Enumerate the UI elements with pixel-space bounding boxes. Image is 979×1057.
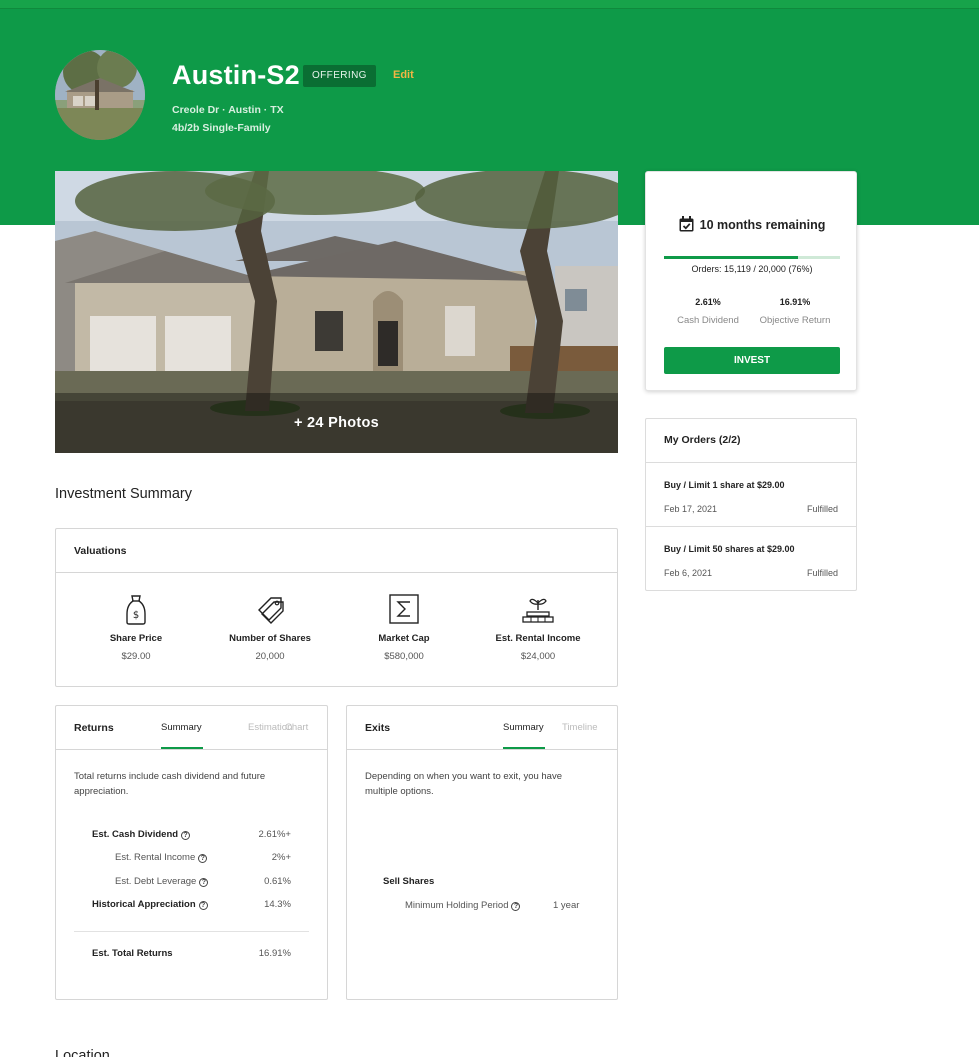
tab-returns-summary[interactable]: Summary bbox=[161, 722, 202, 733]
returns-row-label: Est. Debt Leverage? bbox=[115, 876, 209, 887]
valuation-number-of-shares: Number of Shares 20,000 bbox=[203, 592, 337, 662]
orders-progress-bar bbox=[664, 256, 840, 259]
total-returns-value: 16.91% bbox=[258, 948, 291, 959]
property-photo[interactable]: + 24 Photos bbox=[55, 171, 618, 453]
sell-shares-label: Sell Shares bbox=[383, 876, 435, 887]
returns-header: Returns Summary Estimation Chart bbox=[56, 706, 327, 750]
returns-row-label: Est. Cash Dividend? bbox=[92, 829, 191, 840]
order-status: Fulfilled bbox=[806, 504, 838, 514]
order-item[interactable]: Buy / Limit 1 share at $29.00 Feb 17, 20… bbox=[646, 463, 856, 527]
returns-row-label-text: Est. Cash Dividend bbox=[92, 829, 179, 840]
valuation-value: $29.00 bbox=[121, 651, 151, 662]
order-status: Fulfilled bbox=[806, 568, 838, 578]
returns-row-label-text: Historical Appreciation bbox=[92, 899, 196, 910]
my-orders-title: My Orders (2/2) bbox=[646, 419, 856, 463]
returns-row-label-text: Est. Rental Income bbox=[115, 852, 196, 863]
order-date: Feb 17, 2021 bbox=[664, 504, 718, 514]
plant-coins-icon bbox=[471, 592, 605, 626]
help-icon[interactable]: ? bbox=[181, 831, 191, 840]
cash-dividend-value: 2.61% bbox=[695, 297, 721, 307]
property-address: Creole Dr · Austin · TX bbox=[172, 104, 284, 116]
tab-exits-timeline[interactable]: Timeline bbox=[562, 722, 598, 733]
holding-period-value: 1 year bbox=[553, 900, 580, 911]
help-icon[interactable]: ? bbox=[198, 854, 208, 863]
valuations-card: Valuations $ Share Price $29.00 Number o… bbox=[55, 528, 618, 687]
cash-dividend-label: Cash Dividend bbox=[677, 315, 739, 326]
active-tab-indicator bbox=[503, 747, 545, 749]
returns-card: Returns Summary Estimation Chart Total r… bbox=[55, 705, 328, 1000]
help-icon[interactable]: ? bbox=[511, 902, 521, 911]
returns-row-label: Historical Appreciation? bbox=[92, 899, 208, 910]
active-tab-indicator bbox=[161, 747, 203, 749]
help-icon[interactable]: ? bbox=[199, 878, 209, 887]
returns-title: Returns bbox=[74, 722, 114, 734]
cash-dividend-stat: 2.61% Cash Dividend bbox=[660, 297, 756, 326]
objective-return-value: 16.91% bbox=[779, 297, 811, 307]
sigma-icon bbox=[337, 592, 471, 626]
returns-row-value: 2.61%+ bbox=[258, 829, 292, 840]
valuation-share-price: $ Share Price $29.00 bbox=[69, 592, 203, 662]
edit-link[interactable]: Edit bbox=[393, 69, 414, 81]
valuation-label: Market Cap bbox=[378, 633, 430, 644]
valuation-label: Share Price bbox=[109, 633, 163, 644]
valuation-market-cap: Market Cap $580,000 bbox=[337, 592, 471, 662]
orders-progress-fill bbox=[664, 256, 798, 259]
valuation-label: Number of Shares bbox=[229, 633, 311, 644]
exits-description: Depending on when you want to exit, you … bbox=[365, 771, 562, 797]
price-tag-icon: $ bbox=[69, 592, 203, 626]
top-nav-strip bbox=[0, 0, 979, 9]
order-description: Buy / Limit 50 shares at $29.00 bbox=[664, 544, 795, 554]
exits-card: Exits Summary Timeline Depending on when… bbox=[346, 705, 618, 1000]
returns-row-value: 14.3% bbox=[264, 899, 291, 910]
my-orders-panel: My Orders (2/2) Buy / Limit 1 share at $… bbox=[645, 418, 857, 591]
valuation-rental-income: Est. Rental Income $24,000 bbox=[471, 592, 605, 662]
order-description: Buy / Limit 1 share at $29.00 bbox=[664, 480, 785, 490]
valuation-value: $24,000 bbox=[520, 651, 556, 662]
exits-header: Exits Summary Timeline bbox=[347, 706, 617, 750]
returns-row-label: Est. Rental Income? bbox=[115, 852, 208, 863]
invest-button[interactable]: INVEST bbox=[664, 347, 840, 374]
objective-return-label: Objective Return bbox=[759, 315, 831, 326]
exits-title: Exits bbox=[365, 722, 391, 734]
returns-row-value: 2%+ bbox=[271, 852, 291, 863]
returns-description: Total returns include cash dividend and … bbox=[74, 771, 266, 797]
calendar-check-icon bbox=[679, 216, 694, 235]
returns-row-label-text: Est. Debt Leverage bbox=[115, 876, 197, 887]
valuation-label: Est. Rental Income bbox=[495, 633, 581, 644]
holding-period-label-text: Minimum Holding Period bbox=[405, 900, 509, 911]
investment-summary-heading: Investment Summary bbox=[55, 486, 192, 502]
valuations-header: Valuations bbox=[56, 529, 617, 573]
valuation-value: $580,000 bbox=[384, 651, 424, 662]
tags-icon bbox=[203, 592, 337, 626]
valuations-title: Valuations bbox=[74, 545, 127, 557]
photos-count-label[interactable]: + 24 Photos bbox=[55, 415, 618, 431]
status-badge: OFFERING bbox=[303, 65, 376, 87]
orders-count: Orders: 15,119 / 20,000 (76%) bbox=[691, 264, 813, 274]
order-item[interactable]: Buy / Limit 50 shares at $29.00 Feb 6, 2… bbox=[646, 527, 856, 591]
returns-row-value: 0.61% bbox=[264, 876, 291, 887]
total-returns-label: Est. Total Returns bbox=[92, 948, 173, 959]
time-remaining-text: 10 months remaining bbox=[699, 218, 826, 232]
help-icon[interactable]: ? bbox=[198, 901, 208, 910]
property-details: 4b/2b Single-Family bbox=[172, 122, 271, 134]
property-title: Austin-S2 bbox=[172, 60, 300, 90]
objective-return-stat: 16.91% Objective Return bbox=[747, 297, 843, 326]
property-avatar bbox=[55, 50, 145, 140]
svg-text:$: $ bbox=[133, 610, 139, 621]
holding-period-label: Minimum Holding Period? bbox=[405, 900, 521, 911]
valuation-value: 20,000 bbox=[255, 651, 285, 662]
location-heading: Location bbox=[55, 1048, 110, 1057]
offering-card: 10 months remaining Orders: 15,119 / 20,… bbox=[645, 171, 857, 391]
tab-exits-summary[interactable]: Summary bbox=[503, 722, 544, 733]
returns-divider bbox=[74, 931, 309, 932]
order-date: Feb 6, 2021 bbox=[664, 568, 713, 578]
tab-returns-chart[interactable]: Chart bbox=[285, 722, 308, 733]
time-remaining: 10 months remaining bbox=[646, 216, 858, 235]
